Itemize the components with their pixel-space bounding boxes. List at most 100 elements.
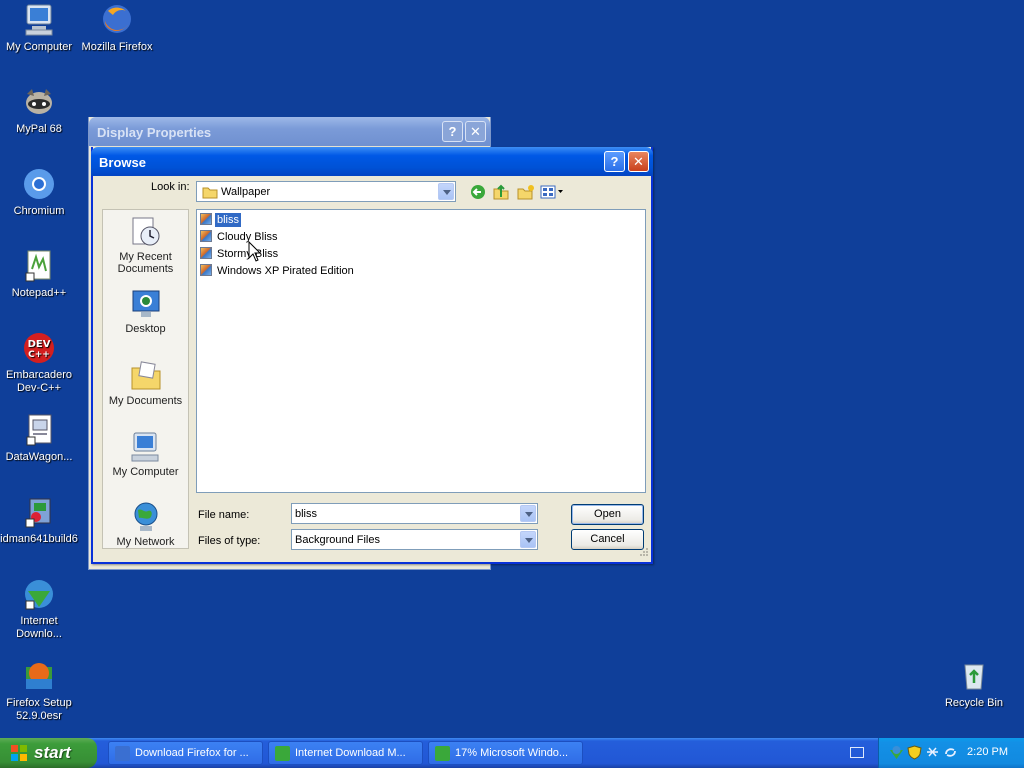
raccoon-icon (22, 85, 56, 119)
desktop-icon (130, 288, 162, 320)
desktop-icon-label: Notepad++ (11, 287, 67, 299)
taskbar-item-firefox-download[interactable]: Download Firefox for ... (108, 741, 263, 765)
folder-icon (202, 185, 218, 202)
document-icon (22, 413, 56, 447)
place-label: Desktop (125, 323, 166, 335)
taskbar-item-internet-download-manager[interactable]: Internet Download M... (268, 741, 423, 765)
system-tray: 2:20 PM (878, 738, 1024, 768)
look-in-value: Wallpaper (221, 186, 271, 198)
close-button[interactable]: ✕ (465, 121, 486, 142)
files-of-type-value: Background Files (295, 534, 380, 546)
desktop-icon-datawagon[interactable]: DataWagon... (0, 413, 78, 464)
chevron-down-icon[interactable] (520, 531, 536, 548)
desktop-icon-label: Mozilla Firefox (81, 41, 153, 53)
clock[interactable]: 2:20 PM (967, 746, 1008, 758)
place-label: My Documents (108, 395, 183, 407)
close-button[interactable]: ✕ (628, 151, 649, 172)
security-shield-icon[interactable] (907, 745, 922, 760)
file-item[interactable]: Windows XP Pirated Edition (200, 264, 356, 280)
place-my-recent-documents[interactable]: My Recent Documents (103, 216, 188, 275)
file-item[interactable]: bliss (200, 212, 243, 229)
desktop-icon-label: Recycle Bin (944, 697, 1004, 709)
recent-documents-icon (130, 216, 162, 248)
dev-cpp-icon: DEV C++ (22, 331, 56, 365)
place-my-documents[interactable]: My Documents (103, 360, 188, 407)
sync-icon[interactable] (943, 745, 958, 760)
place-my-computer[interactable]: My Computer (103, 431, 188, 478)
back-arrow-icon[interactable] (470, 184, 486, 203)
up-folder-icon[interactable] (493, 184, 509, 203)
task-label: Internet Download M... (295, 747, 406, 759)
files-of-type-label: Files of type: (198, 535, 261, 547)
start-button[interactable]: start (0, 738, 97, 768)
svg-text:DEV: DEV (28, 339, 51, 350)
chromium-icon (22, 167, 56, 201)
image-file-icon (200, 230, 212, 242)
firefox-setup-icon (22, 659, 56, 693)
place-my-network[interactable]: My Network (103, 501, 188, 548)
desktop-icon-label: DataWagon... (5, 451, 73, 463)
start-label: start (34, 743, 71, 762)
places-bar: My Recent Documents Desktop My Documents… (102, 209, 189, 549)
help-button[interactable]: ? (442, 121, 463, 142)
file-name-label: File name: (198, 509, 250, 521)
windows-flag-icon (10, 744, 28, 762)
desktop-icon-firefox-setup[interactable]: Firefox Setup 52.9.0esr (0, 659, 78, 723)
installer-icon (22, 495, 56, 529)
file-name: bliss (213, 212, 243, 228)
desktop-icon-mozilla-firefox[interactable]: Mozilla Firefox (78, 3, 156, 54)
desktop-icon-my-computer[interactable]: My Computer (0, 3, 78, 54)
idm-tray-icon[interactable] (889, 745, 904, 760)
desktop-icon-label: Embarcadero Dev-C++ (5, 369, 73, 394)
keyboard-icon[interactable] (850, 747, 864, 758)
my-computer-icon (22, 3, 56, 37)
browse-titlebar[interactable]: Browse ? ✕ (91, 147, 653, 176)
open-button[interactable]: Open (571, 504, 644, 525)
desktop-icon-label: idman641build6 (0, 533, 78, 545)
desktop-icon-label: Chromium (13, 205, 65, 217)
look-in-label: Look in: (151, 181, 190, 193)
chevron-down-icon[interactable] (438, 183, 454, 200)
browser-icon (115, 746, 130, 761)
look-in-dropdown[interactable]: Wallpaper (196, 181, 456, 202)
task-label: 17% Microsoft Windo... (455, 747, 569, 759)
recycle-bin-icon (957, 659, 991, 693)
taskbar-item-windows-download[interactable]: 17% Microsoft Windo... (428, 741, 583, 765)
file-item[interactable]: Stormy Bliss (200, 247, 280, 263)
desktop-icon-devcpp[interactable]: DEV C++ Embarcadero Dev-C++ (0, 331, 78, 395)
idm-icon (435, 746, 450, 761)
desktop-icon-chromium[interactable]: Chromium (0, 167, 78, 218)
desktop-icon-idman-installer[interactable]: idman641build6 (0, 495, 78, 546)
file-name: Windows XP Pirated Edition (217, 265, 354, 277)
place-desktop[interactable]: Desktop (103, 288, 188, 335)
browse-dialog[interactable]: Browse ? ✕ Look in: Wallpaper My Recent … (91, 147, 653, 564)
file-name-value: bliss (295, 508, 318, 520)
file-list[interactable]: bliss Cloudy Bliss Stormy Bliss Windows … (196, 209, 646, 493)
task-label: Download Firefox for ... (135, 747, 249, 759)
desktop-icon-recycle-bin[interactable]: Recycle Bin (935, 659, 1013, 710)
network-globe-icon (130, 501, 162, 533)
my-computer-icon (130, 431, 162, 463)
help-button[interactable]: ? (604, 151, 625, 172)
desktop-icon-mypal[interactable]: MyPal 68 (0, 85, 78, 136)
desktop-icon-notepadpp[interactable]: Notepad++ (0, 249, 78, 300)
file-name-input[interactable]: bliss (291, 503, 538, 524)
firefox-icon (100, 3, 134, 37)
resize-grip-icon[interactable] (639, 547, 649, 560)
file-item[interactable]: Cloudy Bliss (200, 230, 280, 246)
desktop-icon-label: Internet Downlo... (16, 615, 62, 640)
place-label: My Computer (112, 466, 179, 478)
view-menu-icon[interactable] (540, 184, 564, 203)
display-properties-titlebar[interactable]: Display Properties ? ✕ (89, 117, 490, 146)
new-folder-icon[interactable] (517, 184, 535, 203)
desktop-icon-label: Firefox Setup 52.9.0esr (6, 697, 72, 722)
network-icon[interactable] (925, 745, 940, 760)
image-file-icon (200, 264, 212, 276)
desktop-icon-label: My Computer (5, 41, 73, 53)
desktop-icon-internet-download-manager[interactable]: Internet Downlo... (0, 577, 78, 641)
notepad-plus-plus-icon (22, 249, 56, 283)
cancel-button[interactable]: Cancel (571, 529, 644, 550)
place-label: My Network (116, 536, 175, 548)
chevron-down-icon[interactable] (520, 505, 536, 522)
files-of-type-dropdown[interactable]: Background Files (291, 529, 538, 550)
